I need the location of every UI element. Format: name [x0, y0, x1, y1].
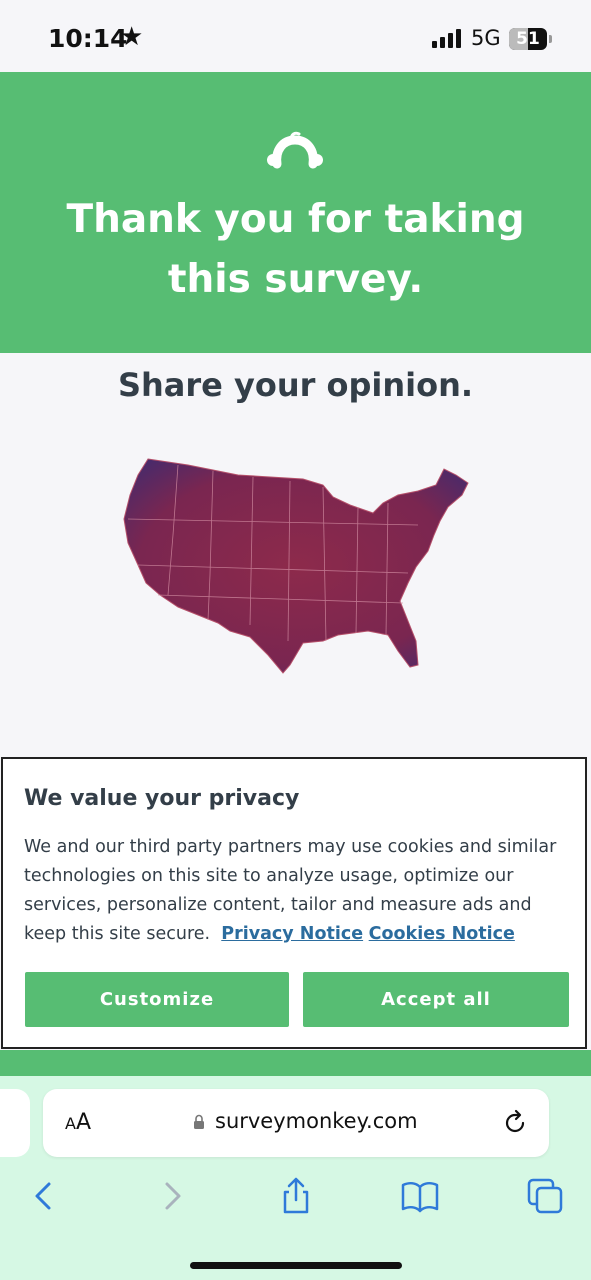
star-icon: ★ — [120, 22, 144, 52]
network-type: 5G — [471, 26, 501, 50]
battery-icon: 51 — [509, 28, 552, 50]
status-time: 10:14 — [48, 24, 128, 53]
signal-icon — [432, 28, 464, 48]
status-bar: 10:14 ★ 5G 51 — [0, 0, 591, 72]
page-footer-strip — [0, 1050, 591, 1076]
previous-tab[interactable] — [0, 1089, 30, 1157]
thank-you-title: Thank you for taking this survey. — [66, 197, 525, 302]
accept-all-button[interactable]: Accept all — [303, 972, 569, 1027]
battery-level: 51 — [516, 29, 540, 49]
privacy-body: We and our third party partners may use … — [24, 833, 569, 949]
home-indicator — [190, 1262, 402, 1269]
back-icon[interactable] — [24, 1176, 64, 1216]
bookmarks-icon[interactable] — [400, 1176, 440, 1216]
us-map-image — [123, 458, 469, 674]
cookies-notice-link[interactable]: Cookies Notice — [369, 924, 515, 944]
lock-icon — [194, 1114, 204, 1129]
share-opinion-heading: Share your opinion. — [117, 366, 474, 404]
tabs-icon[interactable] — [525, 1176, 565, 1216]
privacy-notice-link[interactable]: Privacy Notice — [221, 924, 363, 944]
url-text: surveymonkey.com — [215, 1109, 418, 1133]
share-icon[interactable] — [276, 1176, 316, 1216]
browser-toolbar: AA surveymonkey.com — [0, 1076, 591, 1280]
privacy-title: We value your privacy — [24, 786, 300, 811]
address-bar[interactable]: AA surveymonkey.com — [43, 1089, 549, 1157]
reload-icon[interactable] — [501, 1109, 529, 1137]
surveymonkey-logo-icon — [267, 131, 323, 169]
thank-you-header: Thank you for taking this survey. — [0, 72, 591, 353]
reader-settings-button[interactable]: AA — [65, 1110, 91, 1135]
forward-icon[interactable] — [152, 1176, 192, 1216]
customize-button[interactable]: Customize — [25, 972, 289, 1027]
privacy-dialog: We value your privacy We and our third p… — [1, 757, 587, 1049]
